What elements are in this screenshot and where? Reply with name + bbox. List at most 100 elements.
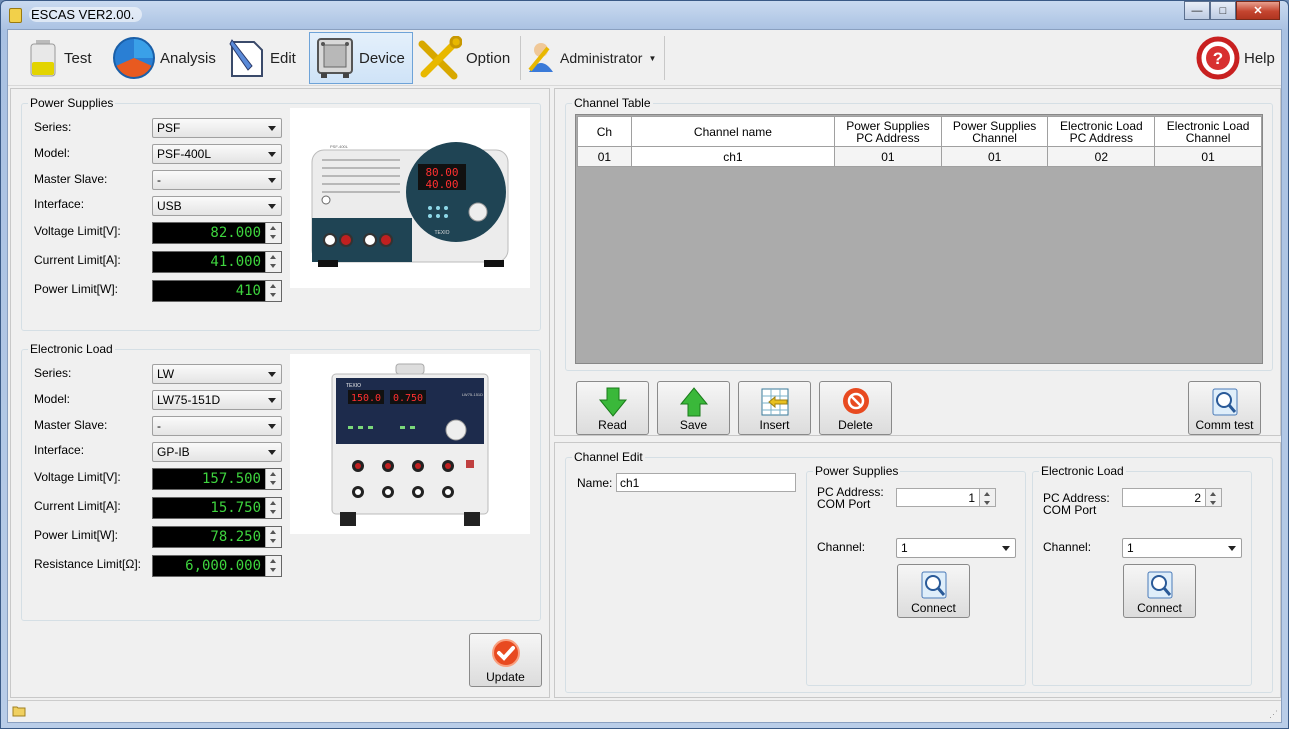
channel-table-grid: Ch Channel name Power Supplies PC Addres… bbox=[575, 114, 1263, 364]
el-resistance-value: 6,000.000 bbox=[185, 558, 261, 574]
update-button[interactable]: Update bbox=[469, 633, 542, 687]
resize-grip-icon[interactable]: ⋰ bbox=[1269, 709, 1278, 720]
ps-master-slave-label: Master Slave: bbox=[34, 172, 108, 186]
el-power-label: Power Limit[W]: bbox=[34, 528, 119, 542]
insert-row-icon bbox=[761, 388, 788, 416]
channel-table-group: Channel Table Ch Channel name Power Supp… bbox=[565, 96, 1273, 371]
table-row[interactable]: 01 ch1 01 01 02 01 bbox=[577, 146, 1262, 167]
chevron-down-icon: ▼ bbox=[648, 53, 657, 63]
el-master-slave-label: Master Slave: bbox=[34, 418, 108, 432]
ps-current-spinner[interactable] bbox=[265, 252, 281, 272]
toolbar-separator bbox=[520, 36, 521, 80]
analysis-button[interactable]: Analysis bbox=[112, 32, 220, 84]
el-voltage-spinner[interactable] bbox=[265, 469, 281, 489]
ps-master-slave-select[interactable]: - bbox=[152, 170, 282, 190]
magnifier-icon bbox=[1212, 388, 1237, 416]
col-header-ps-channel[interactable]: Power Supplies Channel bbox=[940, 116, 1049, 147]
el-current-spinner[interactable] bbox=[265, 498, 281, 518]
cell-el-channel[interactable]: 01 bbox=[1154, 146, 1262, 167]
ps-address-spinner[interactable] bbox=[979, 489, 995, 506]
col-header-channel-name[interactable]: Channel name bbox=[630, 116, 836, 147]
arrow-up-icon bbox=[679, 387, 708, 417]
ps-power-label: Power Limit[W]: bbox=[34, 282, 119, 296]
el-voltage-value: 157.500 bbox=[201, 471, 261, 487]
edit-document-icon bbox=[229, 39, 263, 77]
el-power-spinner[interactable] bbox=[265, 527, 281, 547]
power-supplies-title: Power Supplies bbox=[28, 96, 116, 110]
cell-ch[interactable]: 01 bbox=[577, 146, 632, 167]
el-resistance-label: Resistance Limit[Ω]: bbox=[34, 557, 142, 571]
ps-voltage-input[interactable]: 82.000 bbox=[152, 222, 282, 244]
ps-address-label: PC Address: COM Port bbox=[817, 485, 884, 511]
ps-current-label: Current Limit[A]: bbox=[34, 253, 121, 267]
maximize-button[interactable]: □ bbox=[1210, 1, 1236, 20]
el-connect-label: Connect bbox=[1137, 601, 1182, 615]
ps-voltage-label: Voltage Limit[V]: bbox=[34, 224, 121, 238]
cell-el-pc-address[interactable]: 02 bbox=[1047, 146, 1156, 167]
ps-current-input[interactable]: 41.000 bbox=[152, 251, 282, 273]
close-button[interactable]: ✕ bbox=[1236, 1, 1280, 20]
ps-power-spinner[interactable] bbox=[265, 281, 281, 301]
comm-test-button[interactable]: Comm test bbox=[1188, 381, 1261, 435]
ps-connect-button[interactable]: Connect bbox=[897, 564, 970, 618]
cell-ps-pc-address[interactable]: 01 bbox=[834, 146, 942, 167]
el-resistance-spinner[interactable] bbox=[265, 556, 281, 576]
cell-channel-name[interactable]: ch1 bbox=[630, 146, 836, 167]
ps-voltage-spinner[interactable] bbox=[265, 223, 281, 243]
edit-button[interactable]: Edit bbox=[226, 32, 304, 84]
ps-channel-select[interactable]: 1 bbox=[896, 538, 1016, 558]
comm-test-label: Comm test bbox=[1195, 418, 1254, 432]
el-display-right: 0.750 bbox=[393, 393, 423, 404]
el-current-input[interactable]: 15.750 bbox=[152, 497, 282, 519]
col-header-el-channel[interactable]: Electronic Load Channel bbox=[1154, 116, 1262, 147]
power-supply-image: 80.00 40.00 TEXIO PSF-400L bbox=[290, 108, 530, 288]
el-power-input[interactable]: 78.250 bbox=[152, 526, 282, 548]
option-button[interactable]: Option bbox=[418, 32, 514, 84]
el-model-select[interactable]: LW75-151D bbox=[152, 390, 282, 410]
insert-button[interactable]: Insert bbox=[738, 381, 811, 435]
help-icon: ? bbox=[1196, 36, 1240, 80]
device-button[interactable]: Device bbox=[309, 32, 413, 84]
el-interface-select[interactable]: GP-IB bbox=[152, 442, 282, 462]
electronic-load-group: Electronic Load Series: LW Model: LW75-1… bbox=[21, 342, 541, 621]
device-label: Device bbox=[359, 49, 405, 67]
ps-brand-text: TEXIO bbox=[434, 230, 449, 236]
el-resistance-input[interactable]: 6,000.000 bbox=[152, 555, 282, 577]
analysis-label: Analysis bbox=[160, 49, 216, 67]
delete-button[interactable]: Delete bbox=[819, 381, 892, 435]
ps-power-input[interactable]: 410 bbox=[152, 280, 282, 302]
ps-address-value: 1 bbox=[968, 491, 975, 505]
ps-interface-select[interactable]: USB bbox=[152, 196, 282, 216]
cell-ps-channel[interactable]: 01 bbox=[940, 146, 1049, 167]
el-series-select[interactable]: LW bbox=[152, 364, 282, 384]
read-button[interactable]: Read bbox=[576, 381, 649, 435]
minimize-button[interactable]: ― bbox=[1184, 1, 1210, 20]
col-header-ps-pc-address[interactable]: Power Supplies PC Address bbox=[834, 116, 942, 147]
channel-edit-group: Channel Edit Name: Power Supplies PC Add… bbox=[565, 450, 1273, 693]
magnifier-icon bbox=[1147, 571, 1172, 599]
save-button[interactable]: Save bbox=[657, 381, 730, 435]
magnifier-icon bbox=[921, 571, 946, 599]
toolbar-separator bbox=[664, 36, 665, 80]
el-master-slave-select[interactable]: - bbox=[152, 416, 282, 436]
test-button[interactable]: Test bbox=[26, 32, 106, 84]
name-label: Name: bbox=[577, 476, 613, 490]
col-header-ch[interactable]: Ch bbox=[577, 116, 632, 147]
el-channel-select[interactable]: 1 bbox=[1122, 538, 1242, 558]
ps-channel-label: Channel: bbox=[817, 540, 866, 554]
ps-address-input[interactable]: 1 bbox=[896, 488, 996, 507]
help-button[interactable]: ? Help bbox=[1196, 32, 1278, 84]
ps-display-bottom: 40.00 bbox=[425, 178, 458, 191]
administrator-dropdown[interactable]: Administrator ▼ bbox=[526, 32, 662, 84]
el-connect-button[interactable]: Connect bbox=[1123, 564, 1196, 618]
power-supplies-group: Power Supplies Series: PSF Model: PSF-40… bbox=[21, 96, 541, 331]
el-address-input[interactable]: 2 bbox=[1122, 488, 1222, 507]
save-label: Save bbox=[679, 418, 708, 432]
el-voltage-input[interactable]: 157.500 bbox=[152, 468, 282, 490]
ps-series-select[interactable]: PSF bbox=[152, 118, 282, 138]
update-label: Update bbox=[486, 670, 525, 684]
channel-name-input[interactable] bbox=[616, 473, 796, 492]
col-header-el-pc-address[interactable]: Electronic Load PC Address bbox=[1047, 116, 1156, 147]
ps-model-select[interactable]: PSF-400L bbox=[152, 144, 282, 164]
el-address-spinner[interactable] bbox=[1205, 489, 1221, 506]
